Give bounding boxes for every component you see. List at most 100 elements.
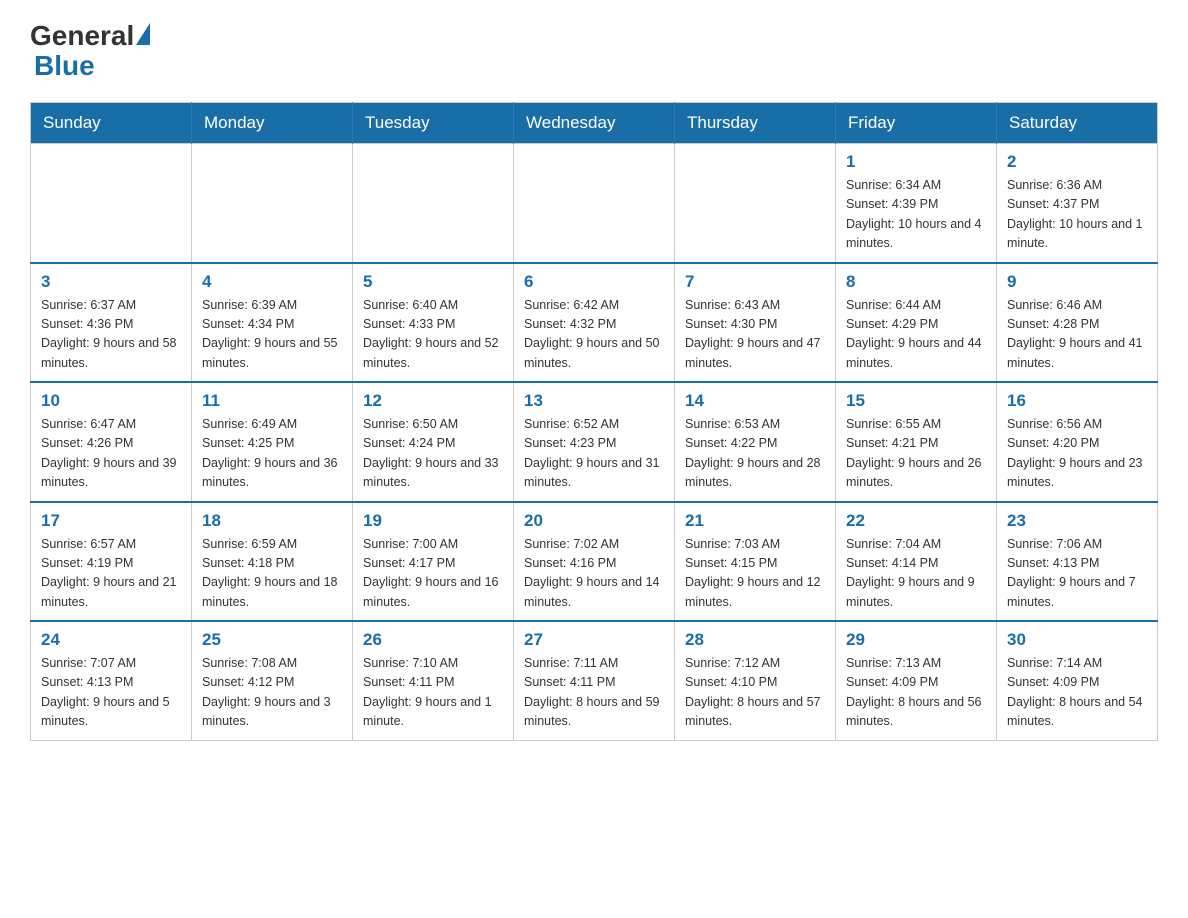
calendar-cell: 9 Sunrise: 6:46 AM Sunset: 4:28 PM Daylig… (997, 263, 1158, 383)
day-of-week-header: Thursday (675, 103, 836, 144)
day-number: 7 (685, 272, 825, 292)
day-info: Sunrise: 7:00 AM Sunset: 4:17 PM Dayligh… (363, 535, 503, 613)
calendar-cell: 21Sunrise: 7:03 AM Sunset: 4:15 PM Dayli… (675, 502, 836, 622)
day-number: 30 (1007, 630, 1147, 650)
day-number: 26 (363, 630, 503, 650)
page-header: General Blue (30, 20, 1158, 82)
day-number: 29 (846, 630, 986, 650)
calendar-cell: 1Sunrise: 6:34 AM Sunset: 4:39 PM Daylig… (836, 144, 997, 263)
day-number: 5 (363, 272, 503, 292)
day-number: 24 (41, 630, 181, 650)
calendar-cell: 13 Sunrise: 6:52 AM Sunset: 4:23 PM Dayli… (514, 382, 675, 502)
day-number: 6 (524, 272, 664, 292)
calendar-cell: 24Sunrise: 7:07 AM Sunset: 4:13 PM Dayli… (31, 621, 192, 740)
calendar-week-row: 24Sunrise: 7:07 AM Sunset: 4:13 PM Dayli… (31, 621, 1158, 740)
day-of-week-header: Saturday (997, 103, 1158, 144)
calendar-week-row: 3 Sunrise: 6:37 AM Sunset: 4:36 PM Daylig… (31, 263, 1158, 383)
calendar-cell: 14 Sunrise: 6:53 AM Sunset: 4:22 PM Dayli… (675, 382, 836, 502)
day-info: Sunrise: 6:50 AM Sunset: 4:24 PM Dayligh… (363, 415, 503, 493)
calendar-cell: 25 Sunrise: 7:08 AM Sunset: 4:12 PM Dayli… (192, 621, 353, 740)
day-info: Sunrise: 6:57 AM Sunset: 4:19 PM Dayligh… (41, 535, 181, 613)
day-of-week-header: Tuesday (353, 103, 514, 144)
calendar-cell (353, 144, 514, 263)
calendar-cell: 23Sunrise: 7:06 AM Sunset: 4:13 PM Dayli… (997, 502, 1158, 622)
day-number: 28 (685, 630, 825, 650)
day-number: 27 (524, 630, 664, 650)
day-info: Sunrise: 6:59 AM Sunset: 4:18 PM Dayligh… (202, 535, 342, 613)
day-info: Sunrise: 6:36 AM Sunset: 4:37 PM Dayligh… (1007, 176, 1147, 254)
calendar-cell: 11Sunrise: 6:49 AM Sunset: 4:25 PM Dayli… (192, 382, 353, 502)
day-info: Sunrise: 6:39 AM Sunset: 4:34 PM Dayligh… (202, 296, 342, 374)
calendar-table: SundayMondayTuesdayWednesdayThursdayFrid… (30, 102, 1158, 741)
calendar-cell (514, 144, 675, 263)
calendar-cell: 6 Sunrise: 6:42 AM Sunset: 4:32 PM Daylig… (514, 263, 675, 383)
day-info: Sunrise: 7:13 AM Sunset: 4:09 PM Dayligh… (846, 654, 986, 732)
day-number: 1 (846, 152, 986, 172)
day-number: 4 (202, 272, 342, 292)
day-number: 14 (685, 391, 825, 411)
day-of-week-header: Wednesday (514, 103, 675, 144)
calendar-cell: 7 Sunrise: 6:43 AM Sunset: 4:30 PM Daylig… (675, 263, 836, 383)
day-number: 12 (363, 391, 503, 411)
day-number: 15 (846, 391, 986, 411)
calendar-cell: 5 Sunrise: 6:40 AM Sunset: 4:33 PM Daylig… (353, 263, 514, 383)
day-info: Sunrise: 6:42 AM Sunset: 4:32 PM Dayligh… (524, 296, 664, 374)
day-info: Sunrise: 7:12 AM Sunset: 4:10 PM Dayligh… (685, 654, 825, 732)
day-info: Sunrise: 6:46 AM Sunset: 4:28 PM Dayligh… (1007, 296, 1147, 374)
calendar-cell: 4 Sunrise: 6:39 AM Sunset: 4:34 PM Daylig… (192, 263, 353, 383)
day-number: 16 (1007, 391, 1147, 411)
calendar-cell: 8 Sunrise: 6:44 AM Sunset: 4:29 PM Daylig… (836, 263, 997, 383)
calendar-cell: 10Sunrise: 6:47 AM Sunset: 4:26 PM Dayli… (31, 382, 192, 502)
day-info: Sunrise: 7:14 AM Sunset: 4:09 PM Dayligh… (1007, 654, 1147, 732)
calendar-cell: 26 Sunrise: 7:10 AM Sunset: 4:11 PM Dayli… (353, 621, 514, 740)
calendar-cell: 2 Sunrise: 6:36 AM Sunset: 4:37 PM Daylig… (997, 144, 1158, 263)
calendar-cell: 29 Sunrise: 7:13 AM Sunset: 4:09 PM Dayli… (836, 621, 997, 740)
day-of-week-header: Sunday (31, 103, 192, 144)
day-info: Sunrise: 7:04 AM Sunset: 4:14 PM Dayligh… (846, 535, 986, 613)
calendar-cell: 22 Sunrise: 7:04 AM Sunset: 4:14 PM Dayli… (836, 502, 997, 622)
day-number: 3 (41, 272, 181, 292)
day-info: Sunrise: 7:08 AM Sunset: 4:12 PM Dayligh… (202, 654, 342, 732)
day-number: 25 (202, 630, 342, 650)
day-info: Sunrise: 7:10 AM Sunset: 4:11 PM Dayligh… (363, 654, 503, 732)
day-info: Sunrise: 7:02 AM Sunset: 4:16 PM Dayligh… (524, 535, 664, 613)
day-info: Sunrise: 6:37 AM Sunset: 4:36 PM Dayligh… (41, 296, 181, 374)
logo-blue-text: Blue (34, 50, 95, 82)
calendar-cell: 30 Sunrise: 7:14 AM Sunset: 4:09 PM Dayli… (997, 621, 1158, 740)
day-number: 8 (846, 272, 986, 292)
calendar-cell: 20Sunrise: 7:02 AM Sunset: 4:16 PM Dayli… (514, 502, 675, 622)
day-info: Sunrise: 6:40 AM Sunset: 4:33 PM Dayligh… (363, 296, 503, 374)
calendar-cell: 17 Sunrise: 6:57 AM Sunset: 4:19 PM Dayli… (31, 502, 192, 622)
day-info: Sunrise: 7:06 AM Sunset: 4:13 PM Dayligh… (1007, 535, 1147, 613)
calendar-cell: 15 Sunrise: 6:55 AM Sunset: 4:21 PM Dayli… (836, 382, 997, 502)
calendar-week-row: 1Sunrise: 6:34 AM Sunset: 4:39 PM Daylig… (31, 144, 1158, 263)
day-info: Sunrise: 6:52 AM Sunset: 4:23 PM Dayligh… (524, 415, 664, 493)
day-number: 13 (524, 391, 664, 411)
day-number: 21 (685, 511, 825, 531)
day-info: Sunrise: 6:56 AM Sunset: 4:20 PM Dayligh… (1007, 415, 1147, 493)
day-number: 19 (363, 511, 503, 531)
day-of-week-header: Monday (192, 103, 353, 144)
calendar-header-row: SundayMondayTuesdayWednesdayThursdayFrid… (31, 103, 1158, 144)
day-info: Sunrise: 6:53 AM Sunset: 4:22 PM Dayligh… (685, 415, 825, 493)
calendar-cell: 12 Sunrise: 6:50 AM Sunset: 4:24 PM Dayli… (353, 382, 514, 502)
day-number: 17 (41, 511, 181, 531)
calendar-cell: 28 Sunrise: 7:12 AM Sunset: 4:10 PM Dayli… (675, 621, 836, 740)
day-info: Sunrise: 6:44 AM Sunset: 4:29 PM Dayligh… (846, 296, 986, 374)
day-number: 18 (202, 511, 342, 531)
day-number: 22 (846, 511, 986, 531)
calendar-cell (192, 144, 353, 263)
day-number: 9 (1007, 272, 1147, 292)
day-number: 2 (1007, 152, 1147, 172)
calendar-cell (31, 144, 192, 263)
calendar-cell: 27Sunrise: 7:11 AM Sunset: 4:11 PM Dayli… (514, 621, 675, 740)
day-info: Sunrise: 6:49 AM Sunset: 4:25 PM Dayligh… (202, 415, 342, 493)
day-info: Sunrise: 6:55 AM Sunset: 4:21 PM Dayligh… (846, 415, 986, 493)
calendar-cell: 3 Sunrise: 6:37 AM Sunset: 4:36 PM Daylig… (31, 263, 192, 383)
logo-general-text: General (30, 20, 134, 52)
day-of-week-header: Friday (836, 103, 997, 144)
logo-triangle-icon (136, 23, 150, 45)
calendar-week-row: 17 Sunrise: 6:57 AM Sunset: 4:19 PM Dayli… (31, 502, 1158, 622)
calendar-cell (675, 144, 836, 263)
day-info: Sunrise: 6:43 AM Sunset: 4:30 PM Dayligh… (685, 296, 825, 374)
